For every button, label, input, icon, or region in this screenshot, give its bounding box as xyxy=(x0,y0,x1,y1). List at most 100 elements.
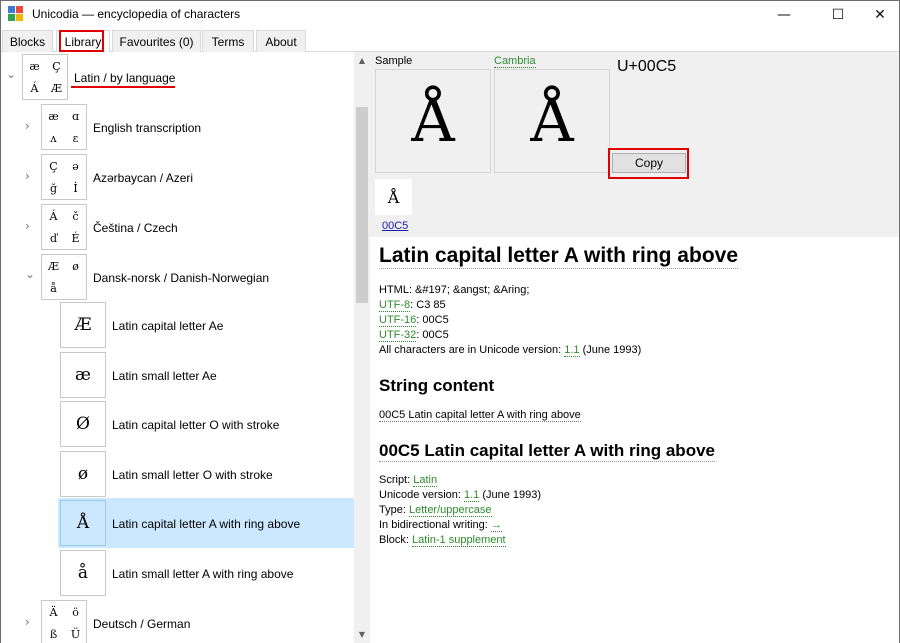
minimize-button[interactable]: — xyxy=(761,1,807,28)
tile-glyph: č xyxy=(72,210,79,223)
bidi-direction-icon[interactable]: → xyxy=(490,519,502,532)
group-glyph-tile: Á č ď É xyxy=(41,204,87,250)
string-content-line: 00C5 Latin capital letter A with ring ab… xyxy=(379,409,581,422)
script-label: Script: xyxy=(379,474,414,486)
tile-glyph: ə xyxy=(72,160,79,173)
scroll-down-icon[interactable]: ▼ xyxy=(354,626,370,642)
tree-char-row-selected[interactable]: Å Latin capital letter A with ring above xyxy=(58,498,354,548)
tree-scrollbar[interactable]: ▲ ▼ xyxy=(354,52,370,643)
char-label: Latin small letter O with stroke xyxy=(112,468,273,482)
copy-button-highlight xyxy=(608,148,689,179)
char-glyph-tile: Å xyxy=(60,500,106,546)
tree-group-label: Deutsch / German xyxy=(93,617,191,631)
tile-glyph xyxy=(64,277,87,300)
utf16-link[interactable]: UTF-16 xyxy=(379,314,417,327)
char-title: Latin capital letter A with ring above xyxy=(379,244,738,269)
group-glyph-tile: æ ɑ ʌ ɛ xyxy=(41,104,87,150)
tile-glyph: Ç xyxy=(52,60,61,73)
sample-label: Sample xyxy=(375,55,413,67)
tile-glyph: Æ xyxy=(50,82,62,95)
tab-blocks[interactable]: Blocks xyxy=(2,30,53,52)
tree-char-row[interactable]: Æ Latin capital letter Ae xyxy=(1,300,354,350)
utf32-link[interactable]: UTF-32 xyxy=(379,329,417,342)
utf16-line: UTF-16: 00C5 xyxy=(379,314,449,327)
script-link[interactable]: Latin xyxy=(413,474,438,487)
char-heading: 00C5 Latin capital letter A with ring ab… xyxy=(379,441,715,462)
char-label: Latin capital letter O with stroke xyxy=(112,418,280,432)
expand-chevron-icon[interactable]: › xyxy=(25,169,30,183)
window-title: Unicodia — encyclopedia of characters xyxy=(32,7,241,21)
utf32-value: : 00C5 xyxy=(416,329,449,341)
expand-chevron-icon[interactable]: › xyxy=(25,119,30,133)
tree-group-label: Čeština / Czech xyxy=(93,221,178,235)
tile-glyph: ď xyxy=(49,232,58,245)
char-label: Latin small letter A with ring above xyxy=(112,567,294,581)
expand-chevron-icon[interactable]: › xyxy=(25,219,30,233)
unicode-version-suffix: (June 1993) xyxy=(479,489,542,501)
block-label: Block: xyxy=(379,534,413,546)
variant-glyph[interactable]: Å xyxy=(375,179,412,215)
tile-glyph: Ç xyxy=(49,160,58,173)
version-prefix: All characters are in Unicode version: xyxy=(379,344,565,356)
tree-group-azeri[interactable]: › Ç ə ğ İ Azərbaycan / Azeri xyxy=(1,152,354,202)
char-glyph-tile: ø xyxy=(60,451,106,497)
tree-group-english[interactable]: › æ ɑ ʌ ɛ English transcription xyxy=(1,102,354,152)
expand-chevron-icon[interactable]: › xyxy=(25,615,30,629)
tile-glyph: æ xyxy=(48,110,59,123)
tree-char-row[interactable]: ø Latin small letter O with stroke xyxy=(1,449,354,499)
char-glyph-tile: Æ xyxy=(60,302,106,348)
tile-glyph: ğ xyxy=(49,182,58,195)
collapse-chevron-icon[interactable]: ⌄ xyxy=(6,67,16,81)
char-glyph-tile: æ xyxy=(60,352,106,398)
unicode-version-link[interactable]: 1.1 xyxy=(464,489,480,502)
script-line: Script: Latin xyxy=(379,474,438,487)
collapse-chevron-icon[interactable]: ⌄ xyxy=(25,267,35,281)
bidi-line: In bidirectional writing: → xyxy=(379,519,502,532)
tile-glyph: ø xyxy=(72,260,79,273)
string-content-link[interactable]: 00C5 Latin capital letter A with ring ab… xyxy=(379,409,581,422)
maximize-button[interactable]: ☐ xyxy=(815,1,861,28)
tab-favourites[interactable]: Favourites (0) xyxy=(112,30,201,52)
tile-glyph: å xyxy=(50,282,57,295)
utf8-link[interactable]: UTF-8 xyxy=(379,299,411,312)
version-link[interactable]: 1.1 xyxy=(564,344,580,357)
tab-about[interactable]: About xyxy=(256,30,306,52)
tree-root-latin[interactable]: ⌄ æ Ç Á Æ Latin / by language xyxy=(1,52,354,102)
bidi-label: In bidirectional writing: xyxy=(379,519,491,531)
tile-glyph: ɛ xyxy=(72,132,79,145)
font-name-link[interactable]: Cambria xyxy=(494,55,536,68)
char-glyph-tile: å xyxy=(60,550,106,596)
tile-glyph: Æ xyxy=(47,260,59,273)
tile-glyph: ö xyxy=(72,606,79,619)
tile-glyph: Ü xyxy=(70,628,81,641)
tile-glyph: ʌ xyxy=(50,132,57,145)
string-content-heading: String content xyxy=(379,376,495,395)
block-link[interactable]: Latin-1 supplement xyxy=(412,534,506,547)
utf8-value: : C3 85 xyxy=(410,299,446,311)
unicode-version-line: Unicode version: 1.1 (June 1993) xyxy=(379,489,542,502)
variant-code-link[interactable]: 00C5 xyxy=(382,220,408,232)
tree-group-german[interactable]: › Ä ö ß Ü Deutsch / German xyxy=(1,598,354,643)
type-link[interactable]: Letter/uppercase xyxy=(408,504,492,517)
scroll-thumb[interactable] xyxy=(356,107,368,303)
tile-glyph: Á xyxy=(49,210,58,223)
app-window: Unicodia — encyclopedia of characters — … xyxy=(0,0,900,643)
sample-area: Sample Cambria Å Å U+00C5 Copy Å 00C5 xyxy=(370,52,899,237)
tree-char-row[interactable]: æ Latin small letter Ae xyxy=(1,350,354,400)
tree-char-row[interactable]: Ø Latin capital letter O with stroke xyxy=(1,399,354,449)
version-line: All characters are in Unicode version: 1… xyxy=(379,344,641,357)
tab-terms[interactable]: Terms xyxy=(202,30,254,52)
close-button[interactable]: ✕ xyxy=(857,1,900,28)
utf16-value: : 00C5 xyxy=(416,314,449,326)
utf8-line: UTF-8: C3 85 xyxy=(379,299,446,312)
type-label: Type: xyxy=(379,504,409,516)
tree-group-danish-norwegian[interactable]: ⌄ Æ ø å Dansk-norsk / Danish-Norwegian xyxy=(1,252,354,302)
tree-group-czech[interactable]: › Á č ď É Čeština / Czech xyxy=(1,202,354,252)
char-label: Latin small letter Ae xyxy=(112,369,217,383)
tile-glyph: É xyxy=(71,232,80,245)
root-label-underline xyxy=(71,86,175,88)
unicode-version-label: Unicode version: xyxy=(379,489,464,501)
tree-char-row[interactable]: å Latin small letter A with ring above xyxy=(1,548,354,598)
library-tree: ⌄ æ Ç Á Æ Latin / by language › æ ɑ ʌ ɛ … xyxy=(1,52,370,643)
scroll-up-icon[interactable]: ▲ xyxy=(354,52,370,68)
